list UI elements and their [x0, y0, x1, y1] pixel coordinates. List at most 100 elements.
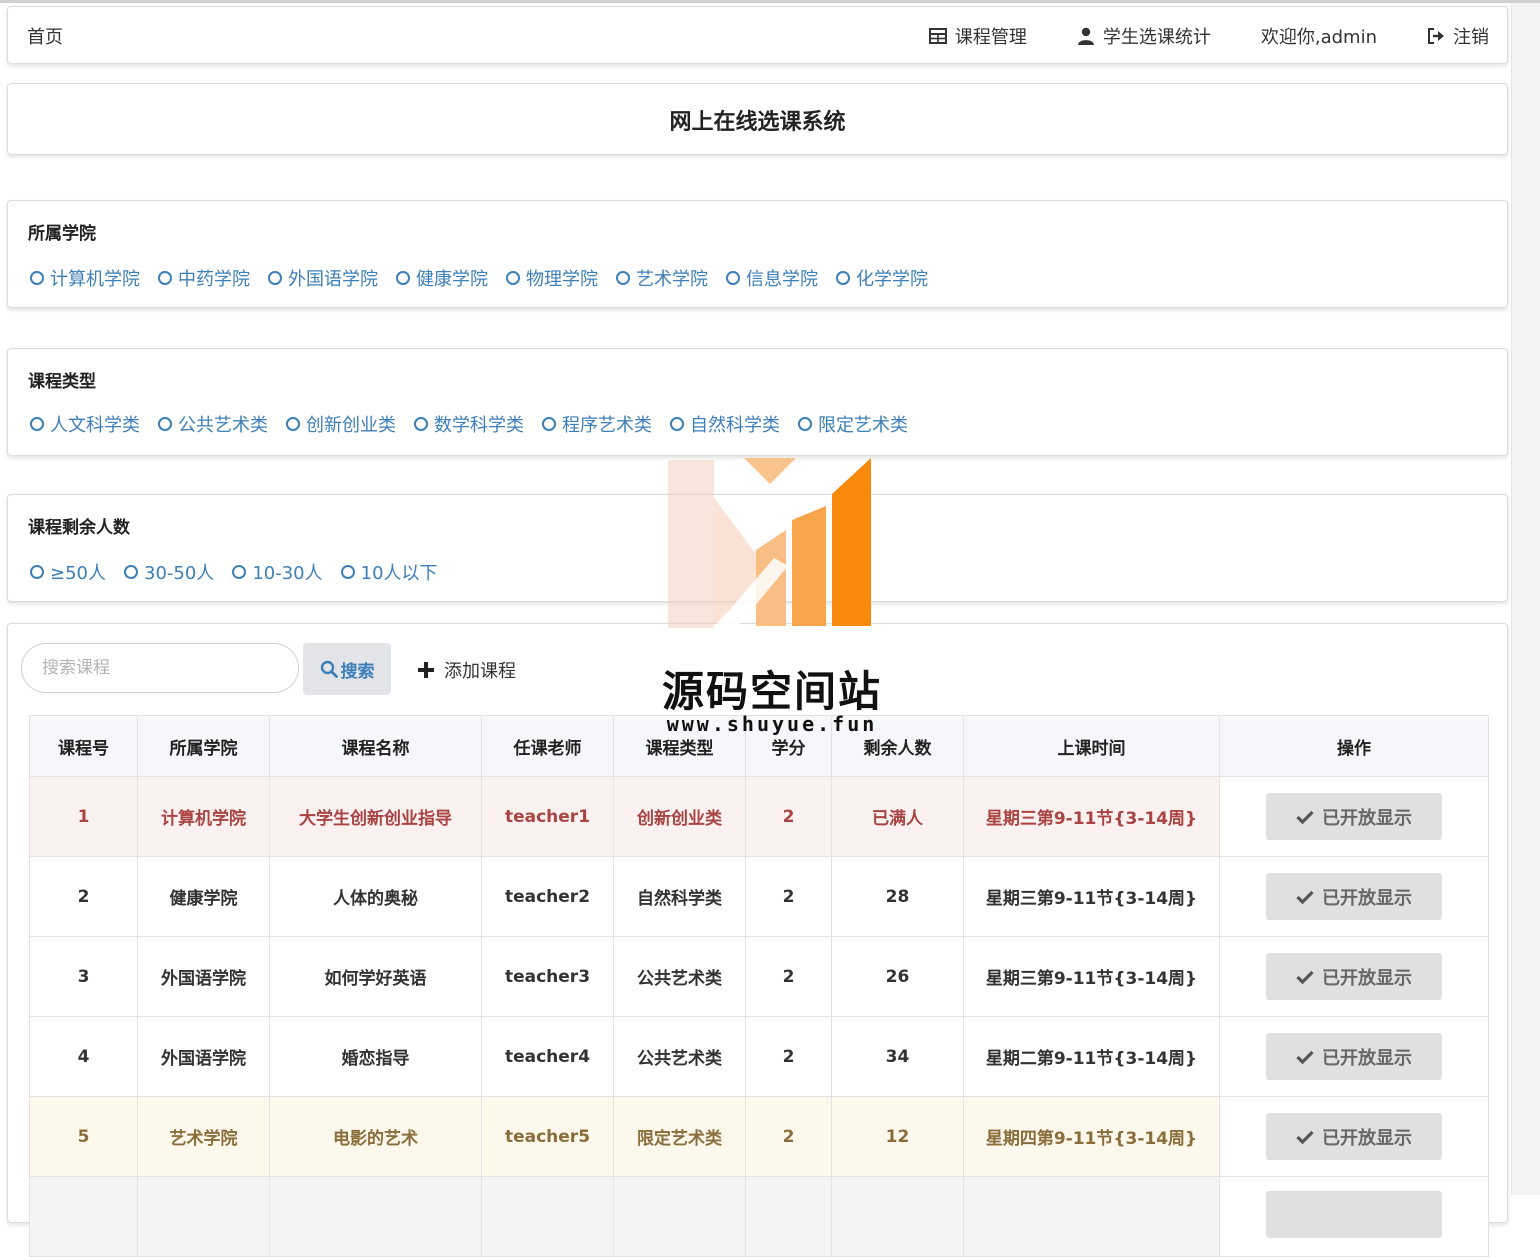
cell-college: 艺术学院: [137, 1096, 270, 1177]
radio-icon[interactable]: [286, 417, 300, 431]
cell-college: 计算机学院: [137, 776, 270, 857]
cell-schedule: 星期二第9-11节{3-14周}: [963, 1016, 1220, 1097]
filter-type-option[interactable]: 人文科学类: [30, 411, 140, 437]
table-icon: [928, 28, 947, 44]
search-input[interactable]: [21, 643, 299, 693]
radio-icon[interactable]: [670, 417, 684, 431]
open-display-button[interactable]: 已开放显示: [1266, 953, 1442, 1000]
cell-action: 已开放显示: [1219, 856, 1489, 937]
col-header: 操作: [1219, 715, 1489, 777]
filter-type-option[interactable]: 限定艺术类: [798, 411, 908, 437]
open-display-button[interactable]: 已开放显示: [1266, 1113, 1442, 1160]
radio-icon[interactable]: [232, 565, 247, 579]
radio-icon[interactable]: [836, 271, 850, 285]
filter-college-option[interactable]: 外国语学院: [268, 265, 378, 291]
option-label: 10人以下: [360, 563, 438, 584]
filter-college-option[interactable]: 信息学院: [726, 265, 818, 291]
cell-teacher: teacher4: [481, 1016, 614, 1097]
search-button[interactable]: 搜索: [303, 643, 391, 695]
logout-icon: [1428, 28, 1444, 44]
search-button-label: 搜索: [340, 661, 375, 682]
radio-icon[interactable]: [726, 271, 740, 285]
cell-remaining: 已满人: [831, 776, 964, 857]
filter-college-option[interactable]: 健康学院: [396, 265, 488, 291]
col-header: 学分: [745, 715, 832, 777]
cell-course-type: 限定艺术类: [613, 1096, 746, 1177]
option-label: 艺术学院: [636, 269, 708, 290]
filter-type-option[interactable]: 公共艺术类: [158, 411, 268, 437]
nav-right-group: 课程管理 学生选课统计 欢迎你,admin 注销: [928, 23, 1489, 49]
filter-college-option[interactable]: 物理学院: [506, 265, 598, 291]
radio-icon[interactable]: [158, 271, 172, 285]
open-display-button[interactable]: 已开放显示: [1266, 793, 1442, 840]
radio-icon[interactable]: [542, 417, 556, 431]
filter-remaining-option[interactable]: 10人以下: [340, 559, 438, 585]
cell-remaining: 26: [831, 936, 964, 1017]
filter-type-option[interactable]: 自然科学类: [670, 411, 780, 437]
nav-home-link[interactable]: 首页: [27, 23, 63, 49]
open-display-button[interactable]: [1266, 1191, 1442, 1238]
open-display-button[interactable]: 已开放显示: [1266, 873, 1442, 920]
radio-icon[interactable]: [124, 565, 138, 579]
filter-remaining-title: 课程剩余人数: [28, 518, 130, 538]
filter-type-options: 人文科学类 公共艺术类 创新创业类 数学科学类 程序艺术类 自然科学类 限定艺术…: [30, 411, 908, 437]
option-label: 创新创业类: [306, 415, 396, 436]
nav-student-stats[interactable]: 学生选课统计: [1077, 23, 1211, 49]
cell-course-type: 公共艺术类: [613, 936, 746, 1017]
nav-student-stats-label: 学生选课统计: [1102, 27, 1211, 48]
radio-icon[interactable]: [30, 417, 44, 431]
filter-remaining-option[interactable]: 10-30人: [232, 559, 323, 585]
radio-icon[interactable]: [340, 565, 355, 579]
check-icon: [1296, 810, 1314, 824]
filter-college-option[interactable]: 艺术学院: [616, 265, 708, 291]
cell-schedule: 星期三第9-11节{3-14周}: [963, 936, 1220, 1017]
radio-icon[interactable]: [506, 271, 520, 285]
option-label: ≥50人: [50, 563, 106, 584]
filter-type-option[interactable]: 程序艺术类: [542, 411, 652, 437]
course-table: 课程号 所属学院 课程名称 任课老师 课程类型 学分 剩余人数 上课时间 操作 …: [29, 715, 1489, 1257]
filter-remaining-options: ≥50人 30-50人 10-30人 10人以下: [30, 559, 438, 585]
option-label: 信息学院: [746, 269, 818, 290]
filter-college-option[interactable]: 计算机学院: [30, 265, 140, 291]
option-label: 健康学院: [416, 269, 488, 290]
nav-logout[interactable]: 注销: [1427, 23, 1489, 49]
radio-icon[interactable]: [158, 417, 172, 431]
col-header: 课程类型: [613, 715, 746, 777]
option-label: 化学学院: [856, 269, 928, 290]
filter-type-title: 课程类型: [28, 372, 96, 392]
filter-remaining-option[interactable]: 30-50人: [124, 559, 214, 585]
radio-icon[interactable]: [616, 271, 630, 285]
cell-college: 外国语学院: [137, 1016, 270, 1097]
cell-course-id: 5: [29, 1096, 138, 1177]
action-label: 已开放显示: [1322, 967, 1412, 989]
table-row: 1 计算机学院 大学生创新创业指导 teacher1 创新创业类 2 已满人 星…: [29, 776, 1489, 857]
option-label: 公共艺术类: [178, 415, 268, 436]
scrollbar[interactable]: [1511, 3, 1540, 1195]
radio-icon[interactable]: [414, 417, 428, 431]
cell-action: 已开放显示: [1219, 936, 1489, 1017]
option-label: 自然科学类: [690, 415, 780, 436]
top-navbar: 首页 课程管理 学生选课统计 欢迎你,admin 注销: [7, 6, 1508, 64]
add-course-button[interactable]: 添加课程: [418, 657, 516, 683]
radio-icon[interactable]: [798, 417, 812, 431]
filter-type-option[interactable]: 数学科学类: [414, 411, 524, 437]
cell-college: 健康学院: [137, 856, 270, 937]
filter-type-option[interactable]: 创新创业类: [286, 411, 396, 437]
filter-remaining-option[interactable]: ≥50人: [30, 559, 106, 585]
cell-action: 已开放显示: [1219, 776, 1489, 857]
filter-college-option[interactable]: 化学学院: [836, 265, 928, 291]
nav-course-manage-label: 课程管理: [954, 27, 1027, 48]
radio-icon[interactable]: [396, 271, 410, 285]
cell-credit: 2: [745, 776, 832, 857]
filter-type-panel: 课程类型 人文科学类 公共艺术类 创新创业类 数学科学类 程序艺术类 自然科学类…: [7, 348, 1508, 456]
option-label: 中药学院: [178, 269, 250, 290]
filter-college-options: 计算机学院 中药学院 外国语学院 健康学院 物理学院 艺术学院 信息学院 化学学…: [30, 265, 928, 291]
radio-icon[interactable]: [30, 271, 44, 285]
action-label: 已开放显示: [1322, 1047, 1412, 1069]
course-table-panel: 搜索 添加课程 课程号 所属学院 课程名称 任课老师 课程类型 学分 剩余人数 …: [7, 623, 1508, 1257]
radio-icon[interactable]: [268, 271, 282, 285]
nav-course-manage[interactable]: 课程管理: [928, 23, 1027, 49]
filter-college-option[interactable]: 中药学院: [158, 265, 250, 291]
open-display-button[interactable]: 已开放显示: [1266, 1033, 1442, 1080]
radio-icon[interactable]: [30, 565, 44, 579]
